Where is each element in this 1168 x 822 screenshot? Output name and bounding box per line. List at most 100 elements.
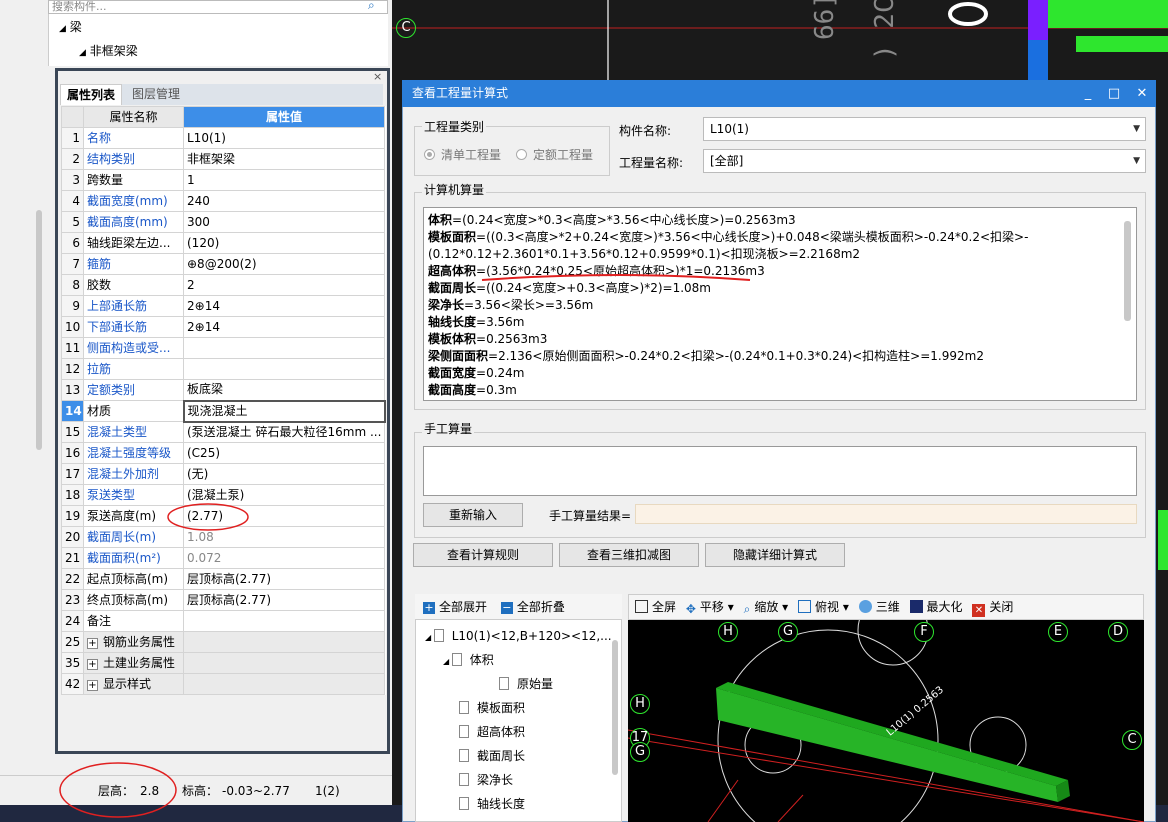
close-view-icon: ✕ — [972, 604, 986, 617]
view3d-canvas[interactable]: H G F E D H 17 G C L10(1) 0.2563 — [628, 620, 1144, 822]
calc-line: 轴线长度=3.56m — [428, 314, 1116, 331]
component-name-select[interactable]: L10(1) ▼ — [703, 117, 1146, 141]
axis-marker: C — [1122, 730, 1142, 750]
calc-line: 模板体积=0.2563m3 — [428, 331, 1116, 348]
component-name-label: 构件名称: — [619, 124, 672, 138]
red-circle-annotations — [59, 503, 249, 818]
radio-bill-qty[interactable]: 清单工程量 — [424, 146, 501, 163]
document-icon — [459, 749, 469, 762]
expand-arrow-icon[interactable]: ◢ — [425, 633, 434, 642]
close-view-button[interactable]: ✕ 关闭 — [966, 600, 1014, 617]
tree-scrollbar[interactable] — [612, 640, 618, 775]
calc-line-label: 截面高度 — [428, 383, 477, 397]
tree-item[interactable]: ◢ L10(1)<12,B+120><12,... — [425, 626, 612, 646]
fullscreen-icon — [635, 600, 648, 613]
reinput-button[interactable]: 重新输入 — [423, 503, 523, 527]
calc-line: 模板面积=((0.3<高度>*2+0.24<宽度>)*3.56<中心线长度>)+… — [428, 229, 1116, 263]
calc-line-label: 截面周长 — [428, 281, 477, 295]
tree-item-label: 超高体积 — [477, 725, 526, 739]
computer-calc-legend: 计算机算量 — [422, 181, 487, 198]
collapse-all-label: 全部折叠 — [516, 600, 565, 614]
tree-item-label: 截面周长 — [477, 749, 526, 763]
document-icon — [459, 725, 469, 738]
zoom-icon: ⌕ — [743, 602, 751, 616]
axis-marker: F — [914, 622, 934, 642]
manual-calc-legend: 手工算量 — [422, 420, 475, 437]
tree-item-label: 体积 — [469, 653, 494, 667]
radio-bill-label: 清单工程量 — [441, 148, 502, 162]
hide-detail-button[interactable]: 隐藏详细计算式 — [705, 543, 845, 567]
tree-item[interactable]: ◢ 体积 — [443, 650, 494, 670]
calc-formula-text[interactable]: 体积=(0.24<宽度>*0.3<高度>*3.56<中心线长度>)=0.2563… — [423, 207, 1137, 401]
document-icon — [499, 677, 509, 690]
tree-item-label: L10(1)<12,B+120><12,... — [451, 629, 612, 643]
qty-name-label: 工程量名称: — [619, 156, 684, 170]
manual-result-field[interactable] — [635, 504, 1137, 524]
maximize-view-button[interactable]: 最大化 — [904, 600, 963, 614]
calc-scrollbar[interactable] — [1124, 221, 1131, 321]
radio-quota-qty[interactable]: 定额工程量 — [516, 146, 593, 163]
calc-line: 截面高度=0.3m — [428, 382, 1116, 399]
document-icon — [451, 653, 462, 666]
calc-line-formula: =0.24m — [476, 366, 525, 380]
component-name-value: L10(1) — [710, 122, 749, 136]
chevron-down-icon: ▼ — [1133, 124, 1140, 134]
tree-item[interactable]: 超高体积 — [443, 722, 525, 742]
view3d-label: 三维 — [875, 600, 900, 614]
manual-calc-input[interactable] — [423, 446, 1137, 496]
view-rules-button[interactable]: 查看计算规则 — [413, 543, 553, 567]
calc-line-label: 轴线长度 — [428, 315, 477, 329]
radio-quota-label: 定额工程量 — [533, 148, 594, 162]
expand-all-button[interactable]: + 全部展开 — [415, 600, 487, 614]
document-icon — [459, 701, 469, 714]
expand-all-label: 全部展开 — [439, 600, 488, 614]
calc-line-label: 体积 — [428, 213, 453, 227]
tree-item-label: 轴线长度 — [477, 797, 526, 811]
zoom-button[interactable]: ⌕ 缩放 ▾ — [738, 600, 789, 616]
maximize-view-label: 最大化 — [926, 600, 963, 614]
calc-line-formula: =0.3m — [476, 383, 517, 397]
tree-item-label: 模板面积 — [477, 701, 526, 715]
qty-name-value: [全部] — [710, 154, 744, 168]
chevron-down-icon: ▼ — [1133, 156, 1140, 166]
minimize-icon[interactable]: _ — [1076, 80, 1100, 107]
close-icon[interactable]: ✕ — [1130, 80, 1154, 107]
dialog-title: 查看工程量计算式 — [402, 80, 1156, 107]
tree-item[interactable]: 梁净长 — [443, 770, 513, 790]
calc-line-label: 模板体积 — [428, 332, 477, 346]
tree-item[interactable]: 原始量 — [483, 674, 553, 694]
document-icon — [459, 773, 469, 786]
topview-button[interactable]: 俯视 ▾ — [792, 600, 849, 614]
view-3d-deduction-button[interactable]: 查看三维扣减图 — [559, 543, 699, 567]
calc-line-label: 模板面积 — [428, 230, 477, 244]
collapse-all-button[interactable]: − 全部折叠 — [491, 600, 565, 614]
pan-label: 平移 — [699, 600, 724, 614]
axis-marker: H — [718, 622, 738, 642]
close-view-label: 关闭 — [989, 600, 1014, 614]
tree-toolbar: + 全部展开 − 全部折叠 — [415, 594, 622, 620]
tree-item[interactable]: 轴线长度 — [443, 794, 525, 814]
axis-marker: G — [778, 622, 798, 642]
tree-item-label: 原始量 — [517, 677, 554, 691]
tree-item[interactable]: 模板面积 — [443, 698, 525, 718]
calc-line-formula: =(0.24<宽度>*0.3<高度>*3.56<中心线长度>)=0.2563m3 — [452, 213, 796, 227]
pan-button[interactable]: ✥ 平移 ▾ — [680, 600, 734, 616]
view3d-button[interactable]: 三维 — [853, 600, 900, 614]
axis-marker: H — [630, 694, 650, 714]
qty-name-select[interactable]: [全部] ▼ — [703, 149, 1146, 173]
calc-line-formula: =3.56<梁长>=3.56m — [464, 298, 594, 312]
calc-line-label: 梁净长 — [428, 298, 465, 312]
fullscreen-button[interactable]: 全屏 — [629, 600, 676, 614]
expand-arrow-icon[interactable]: ◢ — [443, 657, 452, 666]
axis-marker: E — [1048, 622, 1068, 642]
calc-line-formula: =0.2563m3 — [476, 332, 548, 346]
manual-result-label: 手工算量结果= — [549, 509, 632, 523]
axis-marker: D — [1108, 622, 1128, 642]
svg-text:66] 2: 66] 2 — [810, 0, 840, 40]
calc-line: 梁侧面面积=2.136<原始侧面面积>-0.24*0.2<扣梁>-(0.24*0… — [428, 348, 1116, 365]
pan-icon: ✥ — [685, 602, 696, 616]
zoom-label: 缩放 — [754, 600, 779, 614]
tree-item-label: 梁净长 — [477, 773, 514, 787]
maximize-icon[interactable]: □ — [1102, 80, 1126, 107]
tree-item[interactable]: 截面周长 — [443, 746, 525, 766]
